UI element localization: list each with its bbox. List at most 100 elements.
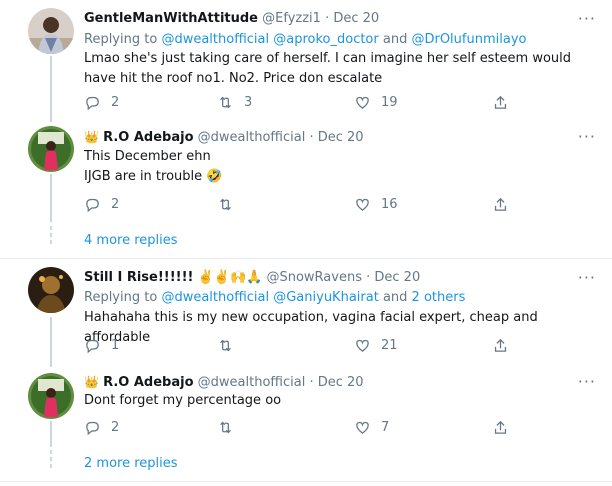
like-button[interactable]: 19	[354, 92, 398, 112]
separator-dot: ·	[309, 375, 314, 390]
display-name[interactable]: Still I Rise!!!!!!	[84, 270, 193, 285]
tweet-header: GentleManWithAttitude @Efyzzi1 · Dec 20	[84, 10, 379, 28]
thread-line	[50, 174, 52, 222]
reply-button[interactable]: 2	[84, 92, 119, 112]
user-handle[interactable]: @dwealthofficial	[198, 375, 306, 390]
thread-dots	[50, 450, 52, 471]
retweet-button[interactable]: 3	[217, 92, 252, 112]
more-options-icon[interactable]: ···	[578, 374, 596, 390]
heart-icon	[356, 339, 369, 352]
reply-mention[interactable]: @aproko_doctor	[273, 32, 379, 47]
separator-dot: ·	[309, 130, 314, 145]
tweet-adebajo-2[interactable]: 👑 R.O Adebajo @dwealthofficial · Dec 20 …	[0, 367, 612, 447]
retweet-icon	[220, 421, 231, 433]
replying-to-label: Replying to	[84, 290, 162, 305]
share-button[interactable]	[492, 335, 509, 355]
show-more-replies[interactable]: 4 more replies	[84, 232, 178, 250]
reply-separator: and	[378, 290, 412, 305]
reply-thread: GentleManWithAttitude @Efyzzi1 · Dec 20 …	[0, 0, 612, 486]
retweet-icon	[220, 198, 231, 210]
reply-icon	[86, 96, 99, 110]
user-handle[interactable]: @SnowRavens	[266, 270, 362, 285]
retweet-icon	[220, 339, 231, 351]
tweet-actions: 2 16	[84, 194, 584, 214]
retweet-button[interactable]	[217, 417, 234, 437]
tweet-date[interactable]: Dec 20	[333, 11, 379, 26]
reply-count: 1	[111, 337, 120, 353]
retweet-icon	[220, 96, 231, 108]
reply-count: 2	[111, 94, 120, 110]
separator-dot: ·	[366, 270, 371, 285]
tweet-text: Dont forget my percentage oo	[84, 393, 282, 408]
share-icon	[494, 420, 507, 434]
replying-to: Replying to @dwealthofficial @GaniyuKhai…	[84, 289, 465, 307]
tweet-date[interactable]: Dec 20	[318, 130, 364, 145]
tweet-text: Lmao she's just taking care of herself. …	[84, 51, 572, 86]
replying-to: Replying to @dwealthofficial @aproko_doc…	[84, 31, 526, 49]
like-count: 19	[381, 94, 398, 110]
reply-others[interactable]: 2 others	[412, 290, 466, 305]
avatar[interactable]	[28, 267, 74, 313]
share-button[interactable]	[492, 417, 509, 437]
like-count: 16	[381, 196, 398, 212]
tweet-header: 👑 R.O Adebajo @dwealthofficial · Dec 20	[84, 128, 364, 147]
display-name[interactable]: GentleManWithAttitude	[84, 11, 258, 26]
like-button[interactable]: 21	[354, 335, 398, 355]
more-options-icon[interactable]: ···	[578, 11, 596, 27]
tweet-date[interactable]: Dec 20	[318, 375, 364, 390]
tweet-actions: 2 7	[84, 417, 584, 437]
more-options-icon[interactable]: ···	[578, 129, 596, 145]
retweet-count: 3	[244, 94, 253, 110]
crown-emoji: 👑	[84, 375, 99, 389]
reply-separator: and	[378, 32, 412, 47]
like-button[interactable]: 7	[354, 417, 389, 437]
replying-to-label: Replying to	[84, 32, 162, 47]
name-emoji: ✌️✌️🙌🙏	[197, 270, 263, 285]
tweet-gentleman[interactable]: GentleManWithAttitude @Efyzzi1 · Dec 20 …	[0, 0, 612, 122]
tweet-header: 👑 R.O Adebajo @dwealthofficial · Dec 20	[84, 373, 364, 392]
reply-icon	[86, 339, 99, 353]
show-more-replies[interactable]: 2 more replies	[84, 455, 178, 473]
thread-line	[50, 56, 52, 122]
reply-icon	[86, 198, 99, 212]
heart-icon	[356, 421, 369, 434]
reply-icon	[86, 421, 99, 435]
tweet-stillirise[interactable]: Still I Rise!!!!!! ✌️✌️🙌🙏 @SnowRavens · …	[0, 259, 612, 367]
display-name[interactable]: R.O Adebajo	[103, 375, 193, 390]
share-icon	[494, 95, 507, 109]
reply-mention[interactable]: @dwealthofficial	[161, 290, 269, 305]
tweet-adebajo-1[interactable]: 👑 R.O Adebajo @dwealthofficial · Dec 20 …	[0, 122, 612, 222]
reply-button[interactable]: 1	[84, 335, 119, 355]
more-options-icon[interactable]: ···	[578, 270, 596, 286]
share-button[interactable]	[492, 92, 509, 112]
avatar[interactable]	[28, 126, 74, 172]
display-name[interactable]: R.O Adebajo	[103, 130, 193, 145]
reply-mention[interactable]: @GaniyuKhairat	[273, 290, 379, 305]
tweet-actions: 1 21	[84, 335, 584, 355]
reply-mention[interactable]: @dwealthofficial	[161, 32, 269, 47]
share-button[interactable]	[492, 194, 509, 214]
tweet-header: Still I Rise!!!!!! ✌️✌️🙌🙏 @SnowRavens · …	[84, 269, 420, 287]
thread-line	[50, 421, 52, 447]
user-handle[interactable]: @Efyzzi1	[262, 11, 321, 26]
tweet-date[interactable]: Dec 20	[374, 270, 420, 285]
tweet-actions: 2 3 19	[84, 92, 584, 112]
tweet-text: This December ehn IJGB are in trouble 🤣	[84, 147, 604, 187]
like-button[interactable]: 16	[354, 194, 398, 214]
avatar[interactable]	[28, 8, 74, 54]
retweet-button[interactable]	[217, 335, 234, 355]
retweet-button[interactable]	[217, 194, 234, 214]
reply-mention[interactable]: @DrOlufunmilayo	[411, 32, 526, 47]
thread-line	[50, 317, 52, 367]
reply-button[interactable]: 2	[84, 194, 119, 214]
user-handle[interactable]: @dwealthofficial	[198, 130, 306, 145]
thread-dots	[50, 226, 52, 247]
share-icon	[494, 197, 507, 211]
like-count: 21	[381, 337, 398, 353]
heart-icon	[356, 96, 369, 109]
reply-button[interactable]: 2	[84, 417, 119, 437]
like-count: 7	[381, 419, 390, 435]
avatar[interactable]	[28, 373, 74, 419]
separator-dot: ·	[325, 11, 330, 26]
heart-icon	[356, 198, 369, 211]
